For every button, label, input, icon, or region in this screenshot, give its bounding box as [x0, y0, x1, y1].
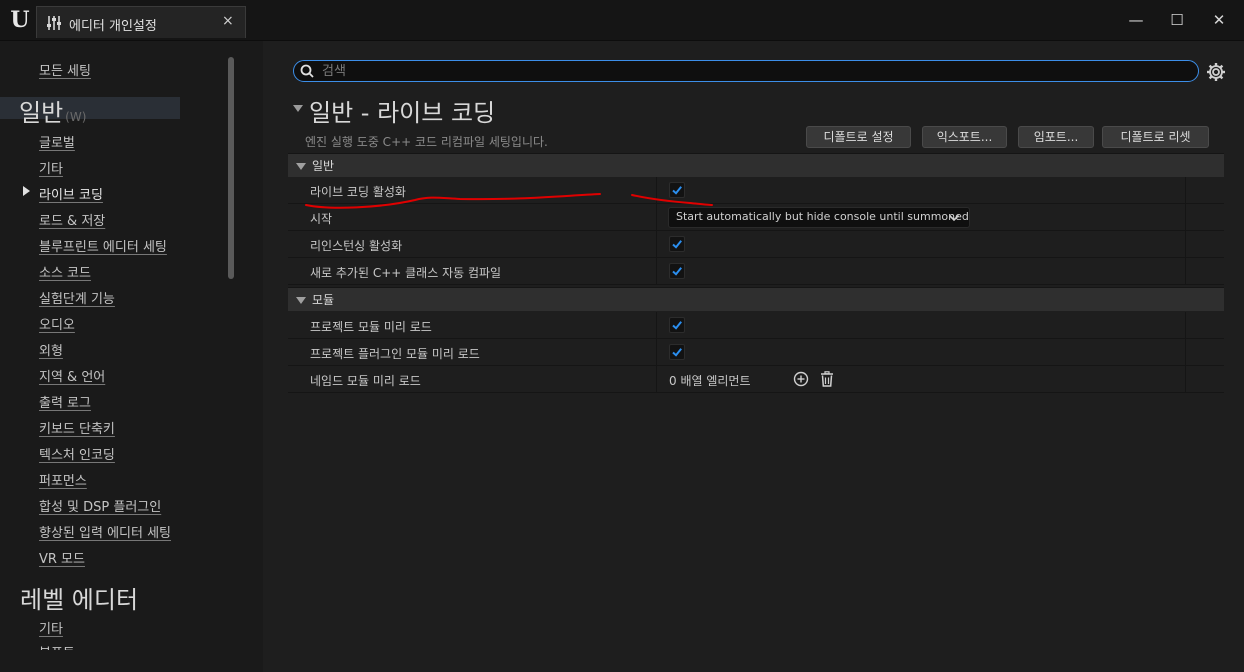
sidebar-item-misc[interactable]: 기타 — [39, 158, 63, 177]
column-divider — [1185, 177, 1186, 203]
row-preload-named-modules: 네임드 모듈 미리 로드 0 배열 엘리먼트 — [288, 366, 1224, 393]
title-collapse-arrow-icon[interactable] — [293, 105, 303, 112]
chevron-down-icon — [948, 214, 960, 222]
import-button[interactable]: 임포트... — [1018, 126, 1094, 148]
unreal-logo-icon[interactable]: U — [6, 6, 34, 34]
column-divider[interactable] — [656, 366, 657, 392]
sidebar-item-synthesis-dsp[interactable]: 합성 및 DSP 플러그인 — [39, 496, 161, 515]
enable-reinstancing-checkbox[interactable] — [669, 236, 685, 252]
tab-editor-preferences[interactable]: 에디터 개인설정 × — [36, 6, 246, 38]
sliders-icon — [47, 16, 61, 30]
close-window-button[interactable]: ✕ — [1209, 10, 1229, 30]
sidebar-item-performance[interactable]: 퍼포먼스 — [39, 470, 87, 489]
column-divider[interactable] — [656, 204, 657, 230]
row-preload-project-modules: 프로젝트 모듈 미리 로드 — [288, 312, 1224, 339]
checkmark-icon — [672, 186, 682, 195]
sidebar-item-loading-saving[interactable]: 로드 & 저장 — [39, 210, 105, 229]
section-modules[interactable]: 모듈 — [288, 287, 1224, 311]
category-general-label: 일반 — [19, 99, 64, 127]
set-default-button[interactable]: 디폴트로 설정 — [806, 126, 911, 148]
reset-default-button[interactable]: 디폴트로 리셋 — [1102, 126, 1209, 148]
sidebar-item-output-log[interactable]: 출력 로그 — [39, 392, 91, 411]
search-box[interactable] — [293, 60, 1199, 82]
section-general-label: 일반 — [312, 159, 335, 173]
export-button[interactable]: 익스포트... — [922, 126, 1007, 148]
sidebar-item-keyboard-shortcuts[interactable]: 키보드 단축키 — [39, 418, 115, 437]
column-divider — [1185, 339, 1186, 365]
gear-icon[interactable] — [1206, 62, 1226, 82]
row-preload-plugin-modules: 프로젝트 플러그인 모듈 미리 로드 — [288, 339, 1224, 366]
column-divider — [1185, 204, 1186, 230]
section-general[interactable]: 일반 — [288, 153, 1224, 177]
sidebar-item-experimental[interactable]: 실험단계 기능 — [39, 288, 115, 307]
row-label: 네임드 모듈 미리 로드 — [310, 374, 421, 388]
row-label: 프로젝트 플러그인 모듈 미리 로드 — [310, 347, 480, 361]
column-divider[interactable] — [656, 258, 657, 284]
row-label: 프로젝트 모듈 미리 로드 — [310, 320, 432, 334]
row-enable-live-coding: 라이브 코딩 활성화 — [288, 177, 1224, 204]
row-label: 리인스턴싱 활성화 — [310, 239, 403, 253]
column-divider[interactable] — [656, 177, 657, 203]
sidebar-item-level-misc[interactable]: 기타 — [39, 618, 63, 637]
row-label: 라이브 코딩 활성화 — [310, 185, 406, 199]
preload-project-modules-checkbox[interactable] — [669, 317, 685, 333]
sidebar-item-source-code[interactable]: 소스 코드 — [39, 262, 91, 281]
collapse-arrow-icon[interactable] — [296, 163, 306, 170]
startup-dropdown-value: Start automatically but hide console unt… — [676, 210, 969, 223]
settings-main-panel: 일반 - 라이브 코딩 엔진 실행 도중 C++ 코드 리컴파일 세팅입니다. … — [263, 41, 1244, 672]
maximize-button[interactable]: ☐ — [1167, 10, 1187, 30]
trash-icon[interactable] — [820, 371, 834, 387]
column-divider — [1185, 312, 1186, 338]
collapse-arrow-icon[interactable] — [296, 297, 306, 304]
checkmark-icon — [672, 240, 682, 249]
column-divider — [1185, 258, 1186, 284]
category-general: 일반 (W) — [19, 93, 86, 128]
column-divider — [1185, 366, 1186, 392]
checkmark-icon — [672, 267, 682, 276]
tab-title: 에디터 개인설정 — [69, 19, 157, 34]
sidebar-item-texture-encoding[interactable]: 텍스처 인코딩 — [39, 444, 115, 463]
settings-sidebar: 모든 세팅 일반 (W) 글로벌 기타 라이브 코딩 로드 & 저장 블루프린트 … — [0, 41, 263, 672]
sidebar-item-region-language[interactable]: 지역 & 언어 — [39, 366, 105, 385]
sidebar-item-viewport[interactable]: 뷰포트 — [39, 642, 75, 650]
row-enable-reinstancing: 리인스턴싱 활성화 — [288, 231, 1224, 258]
auto-compile-checkbox[interactable] — [669, 263, 685, 279]
column-divider[interactable] — [656, 339, 657, 365]
sidebar-item-enhanced-input[interactable]: 향상된 입력 에디터 세팅 — [39, 522, 171, 541]
add-element-icon[interactable] — [793, 371, 809, 387]
array-element-count: 0 배열 엘리먼트 — [669, 374, 751, 388]
search-icon — [300, 64, 314, 78]
enable-live-coding-checkbox[interactable] — [669, 182, 685, 198]
sidebar-item-appearance[interactable]: 외형 — [39, 340, 63, 359]
page-description: 엔진 실행 도중 C++ 코드 리컴파일 세팅입니다. — [305, 135, 548, 149]
category-level-editor: 레벨 에디터 — [20, 586, 139, 614]
page-title: 일반 - 라이브 코딩 — [309, 99, 496, 127]
column-divider[interactable] — [656, 231, 657, 257]
column-divider — [1185, 231, 1186, 257]
sidebar-item-blueprint-editor[interactable]: 블루프린트 에디터 세팅 — [39, 236, 167, 255]
checkmark-icon — [672, 321, 682, 330]
active-item-arrow-icon — [23, 186, 30, 196]
tab-close-icon[interactable]: × — [222, 13, 234, 29]
category-general-hint: (W) — [65, 110, 87, 124]
sidebar-item-audio[interactable]: 오디오 — [39, 314, 75, 333]
sidebar-item-vr-mode[interactable]: VR 모드 — [39, 548, 85, 567]
startup-dropdown[interactable]: Start automatically but hide console unt… — [668, 207, 970, 228]
sidebar-scrollbar[interactable] — [228, 57, 234, 279]
sidebar-item-all-settings[interactable]: 모든 세팅 — [39, 60, 91, 79]
search-input[interactable] — [322, 62, 1182, 80]
section-modules-label: 모듈 — [312, 293, 335, 307]
preload-plugin-modules-checkbox[interactable] — [669, 344, 685, 360]
title-bar: U 에디터 개인설정 × — ☐ ✕ — [0, 0, 1244, 41]
sidebar-item-live-coding[interactable]: 라이브 코딩 — [39, 184, 103, 203]
row-label: 새로 추가된 C++ 클래스 자동 컴파일 — [310, 266, 502, 280]
sidebar-item-global[interactable]: 글로벌 — [39, 132, 75, 151]
checkmark-icon — [672, 348, 682, 357]
row-label: 시작 — [310, 212, 333, 226]
minimize-button[interactable]: — — [1126, 10, 1146, 30]
row-auto-compile-new-classes: 새로 추가된 C++ 클래스 자동 컴파일 — [288, 258, 1224, 285]
column-divider[interactable] — [656, 312, 657, 338]
row-startup: 시작 Start automatically but hide console … — [288, 204, 1224, 231]
